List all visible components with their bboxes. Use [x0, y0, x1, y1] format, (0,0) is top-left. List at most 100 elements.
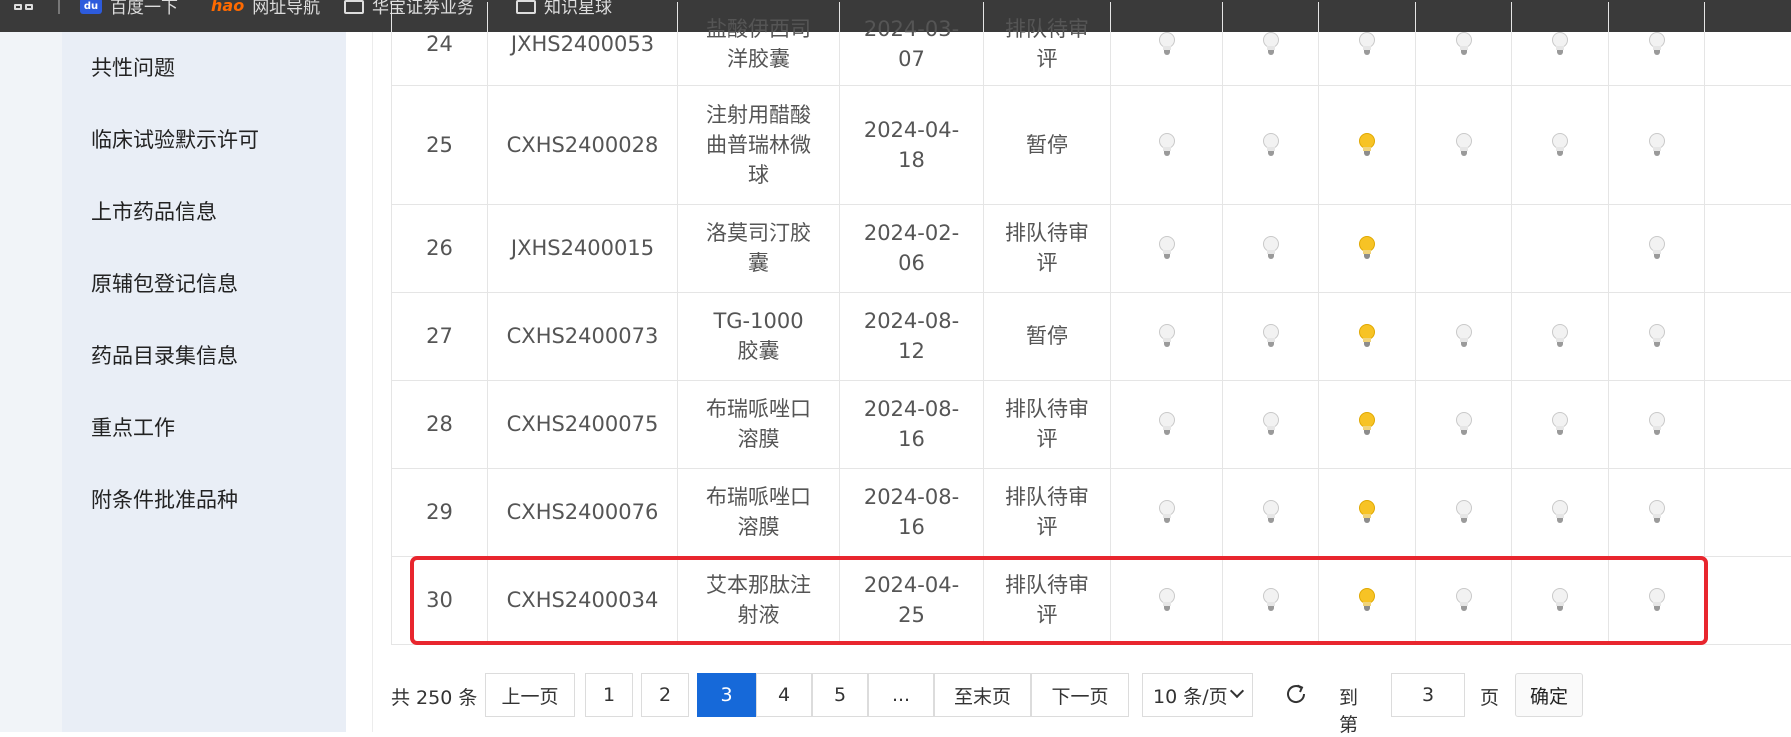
review-status: 排队待审评 [984, 468, 1111, 556]
refresh-icon[interactable] [1284, 682, 1308, 706]
sidebar-item-common-issues[interactable]: 共性问题 [91, 52, 175, 82]
submit-date: 2024-08-12 [840, 292, 984, 380]
table-row: 26 JXHS2400015 洛莫司汀胶囊 2024-02-06 排队待审评 [391, 204, 1791, 293]
page-button-1[interactable]: 1 [585, 673, 633, 717]
row-number-text: 27 [426, 324, 453, 348]
lightbulb-off-icon [1262, 236, 1279, 260]
review-status: 排队待审评 [984, 204, 1111, 292]
apps-grid-icon[interactable] [14, 4, 34, 14]
progress-cell [1319, 292, 1416, 380]
drug-name: 布瑞哌唑口溶膜 [678, 468, 840, 556]
progress-cell [1223, 2, 1319, 85]
acceptance-code: CXHS2400028 [488, 85, 678, 204]
drug-name-text: 布瑞哌唑口溶膜 [706, 397, 811, 451]
last-page-button[interactable]: 至末页 [934, 673, 1031, 717]
page-button-3-current[interactable]: 3 [697, 673, 756, 717]
acceptance-code-text: CXHS2400075 [506, 412, 659, 436]
row-number: 28 [391, 380, 488, 468]
sidebar-item-excipient-registration[interactable]: 原辅包登记信息 [91, 268, 238, 298]
bookmark-hao123[interactable]: hao 网址导航 [211, 0, 320, 18]
total-count: 共 250 条 [391, 687, 478, 709]
review-status: 暂停 [984, 292, 1111, 380]
confirm-goto-button[interactable]: 确定 [1515, 673, 1583, 717]
acceptance-code-text: CXHS2400076 [506, 500, 659, 524]
acceptance-code: JXHS2400015 [488, 204, 678, 292]
drug-name-text: TG-1000胶囊 [713, 309, 804, 363]
goto-label: 到第 [1339, 687, 1359, 736]
acceptance-code: CXHS2400076 [488, 468, 678, 556]
page-size-select[interactable]: 10 条/页 [1142, 673, 1253, 717]
acceptance-code-text: CXHS2400028 [506, 132, 659, 157]
progress-cell [1512, 468, 1609, 556]
acceptance-code: CXHS2400075 [488, 380, 678, 468]
sidebar: 共性问题 临床试验默示许可 上市药品信息 原辅包登记信息 药品目录集信息 重点工… [62, 32, 346, 732]
bookmarks-separator [58, 0, 60, 14]
review-status-text: 排队待审评 [1005, 221, 1089, 275]
lightbulb-off-icon [1648, 236, 1665, 260]
lightbulb-on-icon [1359, 236, 1375, 260]
lightbulb-off-icon [1648, 324, 1665, 348]
review-status: 暂停 [984, 85, 1111, 204]
lightbulb-off-icon [1552, 31, 1568, 56]
drug-name: TG-1000胶囊 [678, 292, 840, 380]
drug-name-text: 洛莫司汀胶囊 [706, 221, 811, 275]
lightbulb-off-icon [1158, 31, 1175, 56]
lightbulb-off-icon [1455, 500, 1472, 524]
drug-name: 布瑞哌唑口溶膜 [678, 380, 840, 468]
row-number: 27 [391, 292, 488, 380]
bookmark-baidu[interactable]: du 百度一下 [80, 0, 178, 18]
sidebar-item-clinical-trial-permit[interactable]: 临床试验默示许可 [91, 124, 259, 154]
table-row: 25 CXHS2400028 注射用醋酸曲普瑞林微球 2024-04-18 暂停 [391, 85, 1791, 205]
submit-date-text: 2024-08-16 [863, 397, 960, 451]
progress-cell [1223, 85, 1319, 204]
progress-cell [1512, 2, 1609, 85]
lightbulb-off-icon [1648, 500, 1665, 524]
progress-cell [1319, 2, 1416, 85]
submit-date-text: 2024-08-16 [863, 485, 960, 539]
submit-date: 2024-03-07 [840, 2, 984, 85]
drug-name-text: 盐酸伊西司洋胶囊 [706, 16, 811, 71]
sidebar-item-key-work[interactable]: 重点工作 [91, 412, 175, 442]
lightbulb-off-icon [1648, 412, 1665, 436]
page-ellipsis[interactable]: ... [868, 673, 934, 717]
progress-cell [1416, 292, 1512, 380]
progress-cell [1319, 380, 1416, 468]
progress-cell [1319, 204, 1416, 292]
drug-name: 注射用醋酸曲普瑞林微球 [678, 85, 840, 204]
lightbulb-off-icon [1262, 500, 1279, 524]
goto-page-input[interactable]: 3 [1391, 673, 1465, 717]
sidebar-item-conditional-approval[interactable]: 附条件批准品种 [91, 484, 238, 514]
submit-date-text: 2024-08-12 [863, 309, 960, 363]
review-status-text: 排队待审评 [1005, 485, 1089, 539]
progress-cell [1111, 380, 1223, 468]
page-button-4[interactable]: 4 [756, 673, 812, 717]
table-row: 24 JXHS2400053 盐酸伊西司洋胶囊 2024-03-07 排队待审评 [391, 2, 1791, 86]
progress-cell [1111, 85, 1223, 204]
row-number: 29 [391, 468, 488, 556]
submit-date: 2024-08-16 [840, 468, 984, 556]
progress-cell [1609, 468, 1705, 556]
page-button-2[interactable]: 2 [641, 673, 689, 717]
lightbulb-off-icon [1455, 412, 1472, 436]
goto-suffix: 页 [1480, 687, 1500, 709]
sidebar-item-marketed-drugs[interactable]: 上市药品信息 [91, 196, 217, 226]
submit-date: 2024-02-06 [840, 204, 984, 292]
lightbulb-off-icon [1455, 132, 1472, 157]
drug-name-text: 布瑞哌唑口溶膜 [706, 485, 811, 539]
acceptance-code-text: JXHS2400053 [510, 31, 655, 56]
acceptance-code-text: CXHS2400073 [506, 324, 659, 348]
next-page-button[interactable]: 下一页 [1031, 673, 1129, 717]
acceptance-code: JXHS2400053 [488, 2, 678, 85]
progress-cell [1512, 85, 1609, 204]
bookmark-label: 网址导航 [252, 0, 321, 18]
sidebar-item-drug-catalog[interactable]: 药品目录集信息 [91, 340, 238, 370]
lightbulb-off-icon [1158, 324, 1175, 348]
review-status-text: 排队待审评 [1005, 397, 1089, 451]
prev-page-button[interactable]: 上一页 [485, 673, 575, 717]
page-button-5[interactable]: 5 [812, 673, 868, 717]
lightbulb-on-icon [1359, 412, 1375, 436]
row-number-text: 24 [426, 31, 453, 56]
lightbulb-on-icon [1359, 500, 1375, 524]
progress-cell [1111, 468, 1223, 556]
review-status-text: 暂停 [1026, 132, 1068, 157]
